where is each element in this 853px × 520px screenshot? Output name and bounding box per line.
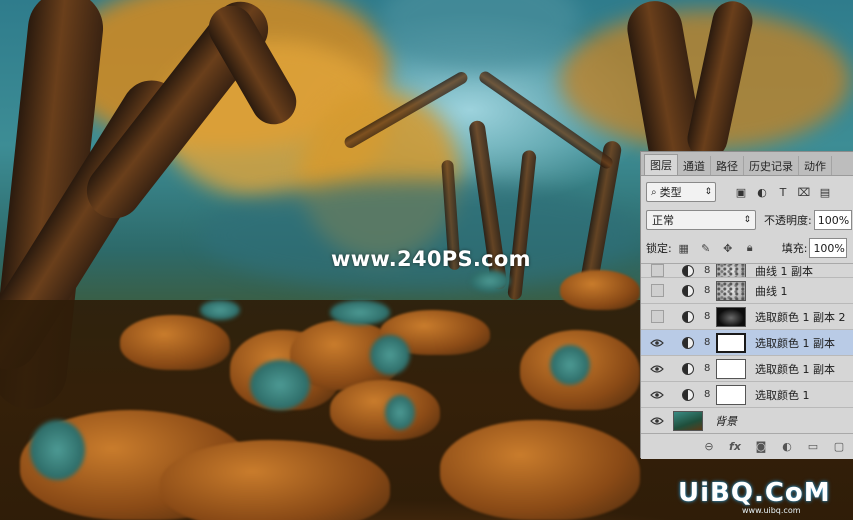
layer-name: 背景 [715, 414, 737, 428]
fill-field[interactable]: 100% [809, 238, 848, 258]
layer-mask-thumbnail[interactable] [716, 280, 746, 301]
layer-mask-thumbnail[interactable] [716, 332, 746, 353]
layer-list: 8 曲线 1 副本 8 曲线 1 8 选取颜色 1 副本 2 8 选取颜色 1 … [641, 263, 853, 431]
visibility-toggle[interactable] [651, 310, 664, 323]
layer-row[interactable]: 8 选取颜色 1 [641, 382, 853, 408]
link-icon: 8 [704, 337, 711, 348]
opacity-field[interactable]: 100% [813, 210, 852, 230]
filter-kind-label: 类型 [659, 186, 682, 199]
layer-thumbnail[interactable] [673, 410, 703, 431]
tab-actions[interactable]: 动作 [799, 156, 832, 175]
add-mask-icon[interactable]: ◙ [753, 439, 769, 455]
link-layers-icon[interactable]: ⊖ [701, 439, 717, 455]
filter-kind-select[interactable]: ⌕ 类型 ⇕ [646, 182, 716, 202]
link-icon: 8 [704, 363, 711, 374]
site-logo: UiBQ.CoM [678, 478, 831, 508]
layer-name: 选取颜色 1 副本 [755, 362, 835, 376]
lock-label: 锁定: [646, 242, 672, 255]
blend-mode-value: 正常 [652, 214, 674, 227]
selective-color-icon [682, 388, 694, 401]
layer-row[interactable]: 8 选取颜色 1 副本 2 [641, 304, 853, 330]
panel-tabs: 图层 通道 路径 历史记录 动作 [641, 152, 853, 176]
tab-paths[interactable]: 路径 [711, 156, 744, 175]
eye-icon[interactable] [649, 413, 665, 429]
layer-name: 曲线 1 [755, 284, 788, 298]
layer-mask-thumbnail[interactable] [716, 264, 746, 277]
adjustment-filter-icon[interactable]: ◐ [756, 186, 768, 199]
eye-icon[interactable] [649, 361, 665, 377]
visibility-toggle[interactable] [651, 264, 664, 277]
layer-row-background[interactable]: 背景 [641, 408, 853, 431]
layer-mask-thumbnail[interactable] [716, 358, 746, 379]
search-icon: ⌕ [651, 186, 657, 198]
lock-all-icon[interactable]: 🔒︎ [744, 241, 756, 254]
selective-color-icon [682, 362, 694, 375]
watermark-text: www.240PS.com [331, 247, 531, 271]
eye-icon[interactable] [649, 335, 665, 351]
tab-channels[interactable]: 通道 [678, 156, 711, 175]
layer-name: 选取颜色 1 副本 [755, 336, 835, 350]
layer-name: 选取颜色 1 [755, 388, 810, 402]
site-logo-url: www.uibq.com [742, 506, 801, 515]
new-layer-icon[interactable]: ▢ [831, 439, 847, 455]
layer-row[interactable]: 8 选取颜色 1 副本 [641, 356, 853, 382]
smart-object-filter-icon[interactable]: ▤ [819, 186, 831, 199]
select-arrows-icon: ⇕ [704, 187, 712, 197]
opacity-label: 不透明度: [764, 214, 812, 227]
fill-label: 填充: [781, 242, 808, 255]
fx-icon[interactable]: fx [727, 439, 743, 455]
layer-row[interactable]: 8 曲线 1 [641, 278, 853, 304]
layer-row[interactable]: 8 曲线 1 副本 [641, 264, 853, 278]
curves-adjustment-icon [682, 284, 694, 297]
select-arrows-icon: ⇕ [743, 215, 751, 225]
adjustment-layer-icon[interactable]: ◐ [779, 439, 795, 455]
selective-color-icon [682, 310, 694, 323]
lock-position-icon[interactable]: ✥ [722, 242, 734, 255]
blend-mode-select[interactable]: 正常 ⇕ [646, 210, 756, 230]
layer-name: 选取颜色 1 副本 2 [755, 310, 846, 324]
visibility-toggle[interactable] [651, 284, 664, 297]
link-icon: 8 [704, 285, 711, 296]
tab-layers[interactable]: 图层 [644, 154, 678, 175]
type-filter-icon[interactable]: T [777, 186, 789, 199]
curves-adjustment-icon [682, 264, 694, 277]
link-icon: 8 [704, 311, 711, 322]
blend-row: 正常 ⇕ 不透明度: 100% [641, 208, 853, 232]
layer-row-selected[interactable]: 8 选取颜色 1 副本 [641, 330, 853, 356]
panel-footer: ⊖ fx ◙ ◐ ▭ ▢ [641, 433, 853, 459]
layers-panel: 图层 通道 路径 历史记录 动作 ⌕ 类型 ⇕ ▣ ◐ T ⌧ ▤ 正常 ⇕ 不… [640, 151, 853, 459]
shape-filter-icon[interactable]: ⌧ [798, 186, 811, 199]
eye-icon[interactable] [649, 387, 665, 403]
lock-transparency-icon[interactable]: ▦ [678, 242, 690, 255]
layer-mask-thumbnail[interactable] [716, 306, 746, 327]
layer-mask-thumbnail[interactable] [716, 384, 746, 405]
tab-history[interactable]: 历史记录 [744, 156, 799, 175]
link-icon: 8 [704, 389, 711, 400]
new-group-icon[interactable]: ▭ [805, 439, 821, 455]
filter-row: ⌕ 类型 ⇕ ▣ ◐ T ⌧ ▤ [641, 180, 853, 204]
lock-pixels-icon[interactable]: ✎ [700, 242, 712, 255]
link-icon: 8 [704, 265, 711, 276]
layer-name: 曲线 1 副本 [755, 264, 813, 278]
image-filter-icon[interactable]: ▣ [735, 186, 747, 199]
lock-row: 锁定: ▦ ✎ ✥ 🔒︎ 填充: 100% [641, 236, 853, 260]
selective-color-icon [682, 336, 694, 349]
